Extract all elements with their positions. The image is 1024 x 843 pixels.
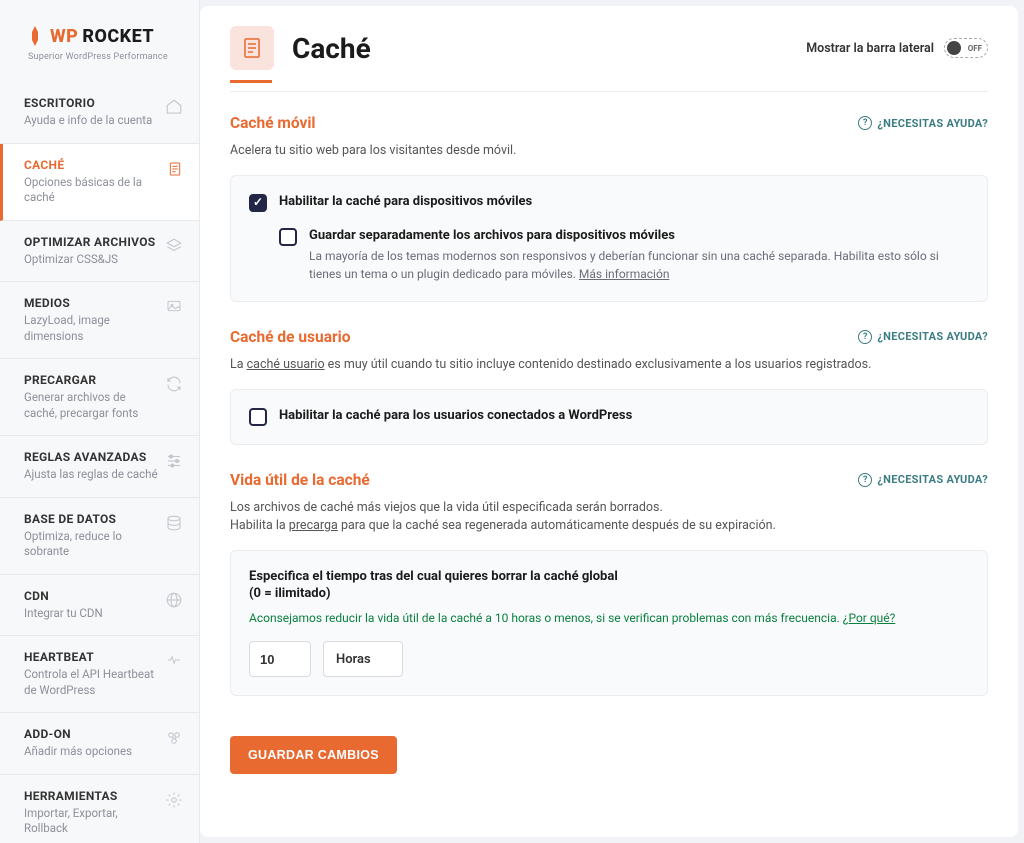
- section-desc-mobile: Acelera tu sitio web para los visitantes…: [230, 142, 988, 161]
- sidebar-item-add-on[interactable]: ADD-ON Añadir más opciones: [0, 713, 199, 775]
- sliders-icon: [165, 452, 183, 473]
- nav-sub: Optimizar CSS&JS: [24, 252, 159, 268]
- lifespan-value-input[interactable]: [249, 641, 311, 677]
- nav-sub: Integrar tu CDN: [24, 606, 159, 622]
- heartbeat-icon: [165, 652, 183, 671]
- sidebar-item-heartbeat[interactable]: HEARTBEAT Controla el API Heartbeat de Wo…: [0, 636, 199, 713]
- refresh-icon: [165, 375, 183, 396]
- nav-sub: Importar, Exportar, Rollback: [24, 806, 159, 837]
- nav-title: BASE DE DATOS: [24, 512, 159, 526]
- logo-rocket: ROCKET: [82, 26, 154, 47]
- layers-icon: [165, 237, 183, 258]
- checkbox-separate-mobile-files[interactable]: [279, 228, 297, 246]
- user-panel: Habilitar la caché para los usuarios con…: [230, 389, 988, 445]
- why-link[interactable]: ¿Por qué?: [843, 611, 896, 625]
- nav-title: ADD-ON: [24, 727, 159, 741]
- help-link-lifespan[interactable]: ? ¿NECESITAS AYUDA?: [858, 473, 988, 487]
- nav-title: HERRAMIENTAS: [24, 789, 159, 803]
- more-info-link[interactable]: Más información: [579, 267, 670, 281]
- sidebar-item-precargar[interactable]: PRECARGAR Generar archivos de caché, prec…: [0, 359, 199, 436]
- active-tab-underline: [230, 80, 272, 83]
- logo-wp: WP: [50, 26, 78, 47]
- nav-sub: Controla el API Heartbeat de WordPress: [24, 667, 159, 698]
- sidebar-toggle-label: Mostrar la barra lateral: [806, 41, 934, 56]
- checkbox-enable-mobile-cache[interactable]: [249, 194, 267, 212]
- lifespan-field-title: Especifica el tiempo tras del cual quier…: [249, 569, 969, 584]
- nav-sub: LazyLoad, image dimensions: [24, 313, 159, 344]
- sidebar-item-herramientas[interactable]: HERRAMIENTAS Importar, Exportar, Rollback: [0, 775, 199, 843]
- nav-sub: Opciones básicas de la caché: [24, 175, 161, 206]
- mobile-panel: Habilitar la caché para dispositivos móv…: [230, 175, 988, 302]
- sidebar-item-cach-[interactable]: CACHÉ Opciones básicas de la caché: [0, 144, 199, 221]
- puzzle-icon: [165, 729, 183, 750]
- nav-title: CDN: [24, 589, 159, 603]
- toggle-state: OFF: [968, 44, 982, 53]
- page-header: Caché Mostrar la barra lateral OFF: [230, 26, 988, 70]
- nav-title: ESCRITORIO: [24, 96, 159, 110]
- sidebar-toggle[interactable]: OFF: [944, 38, 988, 58]
- nav-title: HEARTBEAT: [24, 650, 159, 664]
- nav-sub: Ajusta las reglas de caché: [24, 467, 159, 483]
- section-desc-lifespan: Los archivos de caché más viejos que la …: [230, 499, 988, 537]
- sidebar-item-cdn[interactable]: CDN Integrar tu CDN: [0, 575, 199, 637]
- sidebar-item-escritorio[interactable]: ESCRITORIO Ayuda e info de la cuenta: [0, 82, 199, 144]
- section-cache-lifespan: Vida útil de la caché ? ¿NECESITAS AYUDA…: [230, 471, 988, 697]
- checkbox-enable-user-cache[interactable]: [249, 408, 267, 426]
- help-icon: ?: [858, 116, 872, 130]
- lifespan-panel: Especifica el tiempo tras del cual quier…: [230, 550, 988, 696]
- help-icon: ?: [858, 330, 872, 344]
- sidebar-item-optimizar-archivos[interactable]: OPTIMIZAR ARCHIVOS Optimizar CSS&JS: [0, 221, 199, 283]
- sidebar-item-reglas-avanzadas[interactable]: REGLAS AVANZADAS Ajusta las reglas de cac…: [0, 436, 199, 498]
- toggle-knob: [947, 41, 961, 55]
- save-button[interactable]: GUARDAR CAMBIOS: [230, 736, 397, 774]
- image-icon: [165, 298, 183, 317]
- desc-separate-mobile-files: La mayoría de los temas modernos son res…: [309, 247, 969, 283]
- help-link-mobile[interactable]: ? ¿NECESITAS AYUDA?: [858, 116, 988, 130]
- logo: WP ROCKET Superior WordPress Performance: [0, 0, 199, 82]
- logo-tagline: Superior WordPress Performance: [28, 52, 181, 62]
- main-panel: Caché Mostrar la barra lateral OFF Caché…: [200, 6, 1018, 837]
- gear-icon: [165, 791, 183, 812]
- section-desc-user: La caché usuario es muy útil cuando tu s…: [230, 356, 988, 375]
- database-icon: [165, 514, 183, 535]
- nav-title: PRECARGAR: [24, 373, 159, 387]
- help-link-user[interactable]: ? ¿NECESITAS AYUDA?: [858, 330, 988, 344]
- section-title-mobile: Caché móvil: [230, 114, 316, 132]
- lifespan-tip: Aconsejamos reducir la vida útil de la c…: [249, 609, 969, 627]
- section-title-lifespan: Vida útil de la caché: [230, 471, 370, 489]
- sidebar-item-base-de-datos[interactable]: BASE DE DATOS Optimiza, reduce lo sobrant…: [0, 498, 199, 575]
- globe-icon: [165, 591, 183, 612]
- section-mobile-cache: Caché móvil ? ¿NECESITAS AYUDA? Acelera …: [230, 114, 988, 302]
- help-icon: ?: [858, 473, 872, 487]
- nav-sub: Añadir más opciones: [24, 744, 159, 760]
- home-icon: [165, 98, 183, 119]
- preload-link[interactable]: precarga: [289, 518, 338, 533]
- section-user-cache: Caché de usuario ? ¿NECESITAS AYUDA? La …: [230, 328, 988, 445]
- nav-title: OPTIMIZAR ARCHIVOS: [24, 235, 159, 249]
- nav-sub: Generar archivos de caché, precargar fon…: [24, 390, 159, 421]
- rocket-icon: [28, 26, 42, 50]
- nav-title: REGLAS AVANZADAS: [24, 450, 159, 464]
- lifespan-unit-select[interactable]: Horas: [323, 641, 403, 677]
- label-enable-mobile-cache: Habilitar la caché para dispositivos móv…: [279, 194, 969, 209]
- file-icon: [167, 160, 183, 181]
- user-cache-link[interactable]: caché usuario: [247, 357, 325, 372]
- lifespan-field-sub: (0 = ilimitado): [249, 586, 969, 601]
- page-title: Caché: [292, 32, 371, 65]
- nav: ESCRITORIO Ayuda e info de la cuenta CACHÉ…: [0, 82, 199, 843]
- label-enable-user-cache: Habilitar la caché para los usuarios con…: [279, 408, 969, 423]
- nav-title: MEDIOS: [24, 296, 159, 310]
- nav-sub: Optimiza, reduce lo sobrante: [24, 529, 159, 560]
- cache-header-icon: [230, 26, 274, 70]
- sidebar-item-medios[interactable]: MEDIOS LazyLoad, image dimensions: [0, 282, 199, 359]
- sidebar: WP ROCKET Superior WordPress Performance…: [0, 0, 200, 843]
- label-separate-mobile-files: Guardar separadamente los archivos para …: [309, 228, 969, 243]
- header-divider: [230, 91, 988, 92]
- nav-sub: Ayuda e info de la cuenta: [24, 113, 159, 129]
- nav-title: CACHÉ: [24, 158, 161, 172]
- section-title-user: Caché de usuario: [230, 328, 351, 346]
